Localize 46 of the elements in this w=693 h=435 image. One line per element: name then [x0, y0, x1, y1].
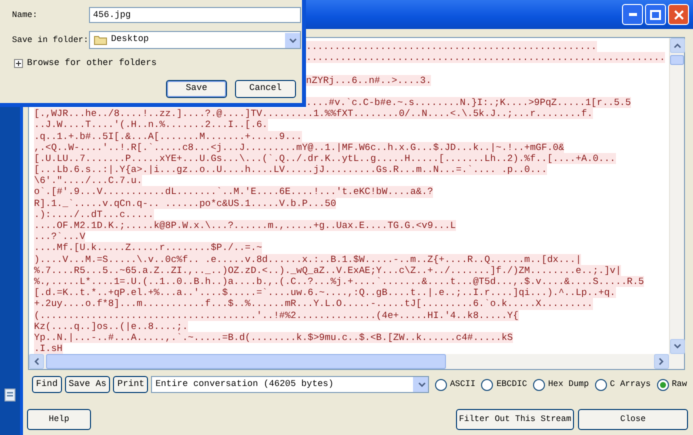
radio-label[interactable]: Hex Dump [548, 378, 589, 391]
scroll-left-button[interactable] [29, 354, 44, 369]
name-field[interactable]: 456.jpg [89, 7, 301, 23]
close-icon [674, 10, 684, 20]
desktop-icon[interactable] [4, 388, 16, 402]
scroll-up-button[interactable] [670, 38, 685, 53]
filter-button[interactable]: Filter Out This Stream [456, 409, 574, 430]
maximize-button[interactable] [645, 4, 666, 25]
chevron-up-icon [674, 43, 681, 48]
save-button[interactable]: Save [166, 80, 227, 98]
scrollbar-thumb[interactable] [46, 354, 446, 369]
radio-button[interactable] [434, 378, 447, 390]
browse-expander[interactable]: Browse for other folders [27, 57, 157, 70]
name-label: Name: [12, 8, 39, 22]
radio-button[interactable] [533, 378, 546, 390]
minimize-button[interactable] [622, 4, 643, 25]
maximize-icon [650, 10, 661, 20]
radio-button[interactable] [656, 378, 669, 390]
toolbar-button[interactable]: Print [113, 376, 148, 393]
cancel-button[interactable]: Cancel [235, 80, 296, 98]
toolbar-button[interactable]: Find [32, 376, 62, 393]
folder-label: Save in folder: [12, 34, 89, 46]
folder-icon [94, 35, 107, 45]
radio-label[interactable]: Raw [672, 378, 687, 391]
caret-icon [288, 38, 296, 42]
caret-icon [418, 382, 426, 387]
chevron-left-icon [34, 358, 39, 365]
radio-label[interactable]: C Arrays [610, 378, 651, 391]
scroll-down-button[interactable] [670, 339, 685, 354]
folder-dropdown[interactable]: Desktop [89, 31, 301, 49]
radio-label[interactable]: EBCDIC [496, 378, 528, 391]
radio-button[interactable] [481, 378, 494, 390]
conversation-dropdown[interactable]: Entire conversation (46205 bytes) [151, 376, 429, 393]
scrollbar-thumb[interactable] [670, 55, 684, 65]
help-button[interactable]: Help [27, 409, 91, 430]
scroll-right-button[interactable] [654, 354, 669, 369]
chevron-right-icon [659, 358, 664, 365]
close-button[interactable] [668, 4, 689, 25]
minimize-icon [628, 13, 636, 16]
folder-value: Desktop [111, 33, 149, 46]
radio-label[interactable]: ASCII [450, 378, 476, 391]
expander-icon[interactable] [14, 59, 23, 68]
radio-button[interactable] [594, 378, 607, 390]
toolbar-button[interactable]: Save As [64, 376, 110, 393]
chevron-down-icon [674, 344, 681, 349]
close-dialog-button[interactable]: Close [578, 409, 688, 430]
